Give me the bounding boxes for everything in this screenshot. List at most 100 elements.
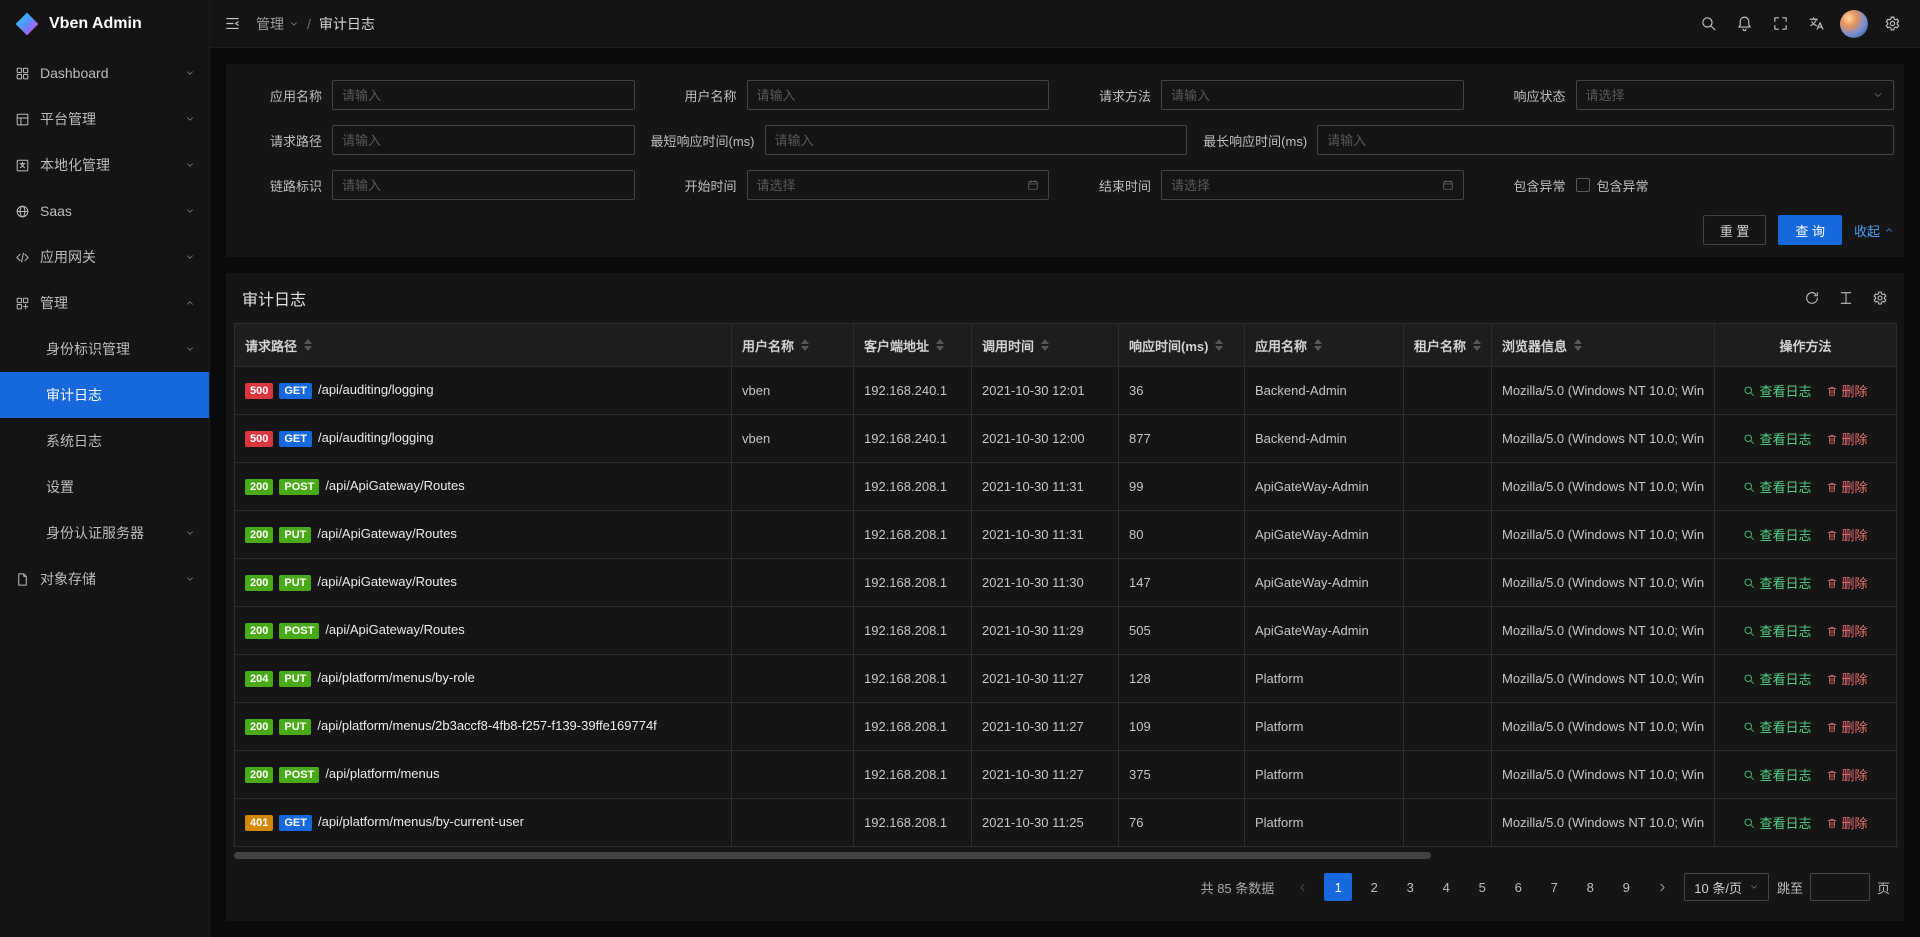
view-log-button[interactable]: 查看日志 [1743,717,1811,736]
column-header-1[interactable]: 用户名称 [732,324,854,367]
filter-input[interactable] [342,178,625,193]
avatar[interactable] [1840,10,1868,38]
jump-page-input[interactable] [1810,873,1870,901]
view-log-button[interactable]: 查看日志 [1743,669,1811,688]
sort-icon[interactable] [801,339,809,351]
request-path: /api/ApiGateway/Routes [317,574,456,589]
include-exception-checkbox[interactable]: 包含异常 [1576,176,1649,195]
column-header-4[interactable]: 响应时间(ms) [1119,324,1245,367]
sidebar-item-5[interactable]: 管理 [0,280,209,326]
page-button-6[interactable]: 6 [1504,873,1532,901]
breadcrumb-parent[interactable]: 管理 [256,14,299,34]
sidebar-item-7[interactable]: 审计日志 [0,372,209,418]
fullscreen-icon[interactable] [1762,0,1798,48]
collapse-link[interactable]: 收起 [1854,221,1894,240]
sidebar-item-1[interactable]: 平台管理 [0,96,209,142]
checkbox-box[interactable] [1576,178,1590,192]
sort-icon[interactable] [1473,339,1481,351]
refresh-icon[interactable] [1804,290,1820,306]
view-log-button[interactable]: 查看日志 [1743,381,1811,400]
sidebar-item-3[interactable]: Saas [0,188,209,234]
translate-icon[interactable] [1798,0,1834,48]
sort-icon[interactable] [1314,339,1322,351]
prev-page-button[interactable] [1288,873,1316,901]
column-header-0[interactable]: 请求路径 [235,324,732,367]
sort-icon[interactable] [1574,339,1582,351]
view-log-button[interactable]: 查看日志 [1743,525,1811,544]
app-logo[interactable]: Vben Admin [0,0,209,48]
query-button[interactable]: 查 询 [1778,215,1842,245]
request-path-cell: 500GET/api/auditing/logging [235,367,732,415]
filter-date-value[interactable] [1171,178,1436,193]
view-log-button[interactable]: 查看日志 [1743,477,1811,496]
delete-button[interactable]: 删除 [1826,765,1868,784]
sidebar-item-8[interactable]: 系统日志 [0,418,209,464]
call-time-cell: 2021-10-30 11:27 [972,703,1119,751]
page-button-2[interactable]: 2 [1360,873,1388,901]
delete-button[interactable]: 删除 [1826,477,1868,496]
sort-icon[interactable] [1041,339,1049,351]
reset-button[interactable]: 重 置 [1703,215,1767,245]
filter-date-picker[interactable] [1161,170,1464,200]
page-button-1[interactable]: 1 [1324,873,1352,901]
page-button-8[interactable]: 8 [1576,873,1604,901]
sidebar-item-2[interactable]: 本地化管理 [0,142,209,188]
filter-input[interactable] [1171,88,1454,103]
column-header-2[interactable]: 客户端地址 [854,324,972,367]
page-button-7[interactable]: 7 [1540,873,1568,901]
sidebar-item-10[interactable]: 身份认证服务器 [0,510,209,556]
settings-icon[interactable] [1874,0,1910,48]
page-size-select[interactable]: 10 条/页 [1684,873,1769,901]
delete-button[interactable]: 删除 [1826,525,1868,544]
search-icon[interactable] [1690,0,1726,48]
trash-icon [1826,817,1838,829]
sidebar-item-0[interactable]: Dashboard [0,50,209,96]
filter-date-picker[interactable] [747,170,1050,200]
sidebar-item-6[interactable]: 身份标识管理 [0,326,209,372]
delete-button[interactable]: 删除 [1826,573,1868,592]
view-log-button[interactable]: 查看日志 [1743,573,1811,592]
sort-icon[interactable] [936,339,944,351]
bell-icon[interactable] [1726,0,1762,48]
column-header-6[interactable]: 租户名称 [1404,324,1492,367]
delete-button[interactable]: 删除 [1826,669,1868,688]
page-button-5[interactable]: 5 [1468,873,1496,901]
view-log-button[interactable]: 查看日志 [1743,429,1811,448]
view-log-button[interactable]: 查看日志 [1743,621,1811,640]
view-log-button[interactable]: 查看日志 [1743,813,1811,832]
delete-button[interactable]: 删除 [1826,429,1868,448]
filter-select[interactable] [1576,80,1895,110]
column-header-5[interactable]: 应用名称 [1245,324,1404,367]
page-button-4[interactable]: 4 [1432,873,1460,901]
view-log-button[interactable]: 查看日志 [1743,765,1811,784]
sort-icon[interactable] [304,339,312,351]
filter-input[interactable] [1327,133,1884,148]
breadcrumb: 管理 / 审计日志 [256,14,375,34]
magnifier-icon [1743,385,1755,397]
delete-button[interactable]: 删除 [1826,381,1868,400]
delete-button[interactable]: 删除 [1826,621,1868,640]
menu-fold-icon[interactable] [214,0,250,48]
sidebar-item-11[interactable]: 对象存储 [0,556,209,602]
filter-input[interactable] [342,88,625,103]
page-button-3[interactable]: 3 [1396,873,1424,901]
filter-input[interactable] [342,133,625,148]
sort-icon[interactable] [1215,339,1223,351]
next-page-button[interactable] [1648,873,1676,901]
scrollbar-thumb[interactable] [234,852,1431,859]
filter-label: 结束时间 [1065,176,1161,195]
table-settings-icon[interactable] [1872,290,1888,306]
filter-input[interactable] [775,133,1178,148]
filter-select-value[interactable] [1586,88,1867,103]
filter-date-value[interactable] [757,178,1022,193]
sidebar-item-4[interactable]: 应用网关 [0,234,209,280]
page-button-9[interactable]: 9 [1612,873,1640,901]
delete-button[interactable]: 删除 [1826,813,1868,832]
magnifier-icon [1743,481,1755,493]
sidebar-item-9[interactable]: 设置 [0,464,209,510]
column-header-3[interactable]: 调用时间 [972,324,1119,367]
delete-button[interactable]: 删除 [1826,717,1868,736]
column-header-7[interactable]: 浏览器信息 [1492,324,1715,367]
filter-input[interactable] [757,88,1040,103]
column-height-icon[interactable] [1838,290,1854,306]
